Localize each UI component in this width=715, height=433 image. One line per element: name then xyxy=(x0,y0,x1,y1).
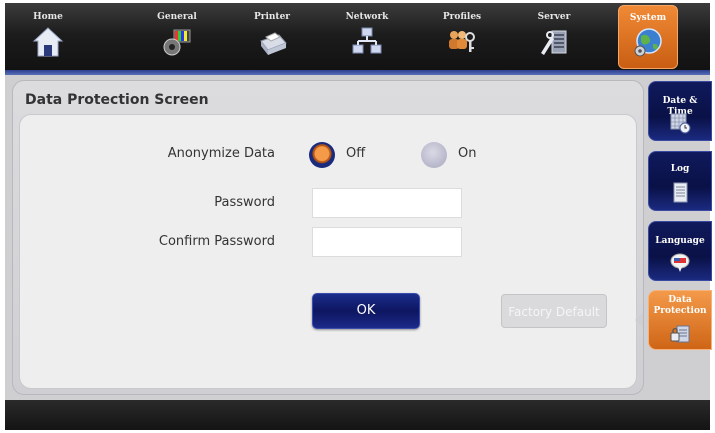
data-protection-panel: Data Protection Screen Anonymize Data Of… xyxy=(12,80,644,395)
network-icon xyxy=(352,27,382,54)
bottom-status-bar xyxy=(5,400,710,430)
nav-home-label: Home xyxy=(33,12,63,22)
language-flag-icon xyxy=(670,253,690,272)
data-protection-icon xyxy=(670,325,690,343)
confirm-password-field[interactable] xyxy=(312,227,462,257)
nav-home[interactable]: Home xyxy=(23,3,73,73)
log-document-icon xyxy=(673,182,688,203)
nav-printer-label: Printer xyxy=(253,12,291,22)
anonymize-off-radio[interactable] xyxy=(309,142,335,168)
side-tab-data-protection-label: Data Protection xyxy=(653,295,707,316)
top-nav-bar: Home General Printer Network Profiles Se… xyxy=(5,3,710,73)
nav-profiles[interactable]: Profiles xyxy=(433,3,491,73)
nav-system[interactable]: System xyxy=(618,5,678,69)
side-tab-log-label: Log xyxy=(670,164,690,174)
side-tab-language[interactable]: Language xyxy=(648,221,712,281)
anonymize-on-radio[interactable] xyxy=(421,142,447,168)
nav-network-label: Network xyxy=(345,12,389,22)
side-tab-date-time[interactable]: Date & Time xyxy=(648,81,712,141)
content-frame: Data Protection Screen Anonymize Data Of… xyxy=(5,75,712,400)
page-title: Data Protection Screen xyxy=(25,92,209,108)
home-icon xyxy=(32,27,64,57)
active-tab-pointer xyxy=(635,312,643,328)
calendar-clock-icon xyxy=(670,113,691,134)
side-tab-language-label: Language xyxy=(655,236,705,246)
nav-network[interactable]: Network xyxy=(338,3,396,73)
password-field[interactable] xyxy=(312,188,462,218)
side-tab-data-protection[interactable]: Data Protection xyxy=(648,290,712,350)
factory-default-button[interactable]: Factory Default xyxy=(501,294,607,328)
printer-icon xyxy=(260,32,287,55)
nav-printer[interactable]: Printer xyxy=(243,3,301,73)
side-tab-log[interactable]: Log xyxy=(648,151,712,211)
form-area: Anonymize Data Off On Password Confirm P… xyxy=(19,114,637,389)
anonymize-on-label: On xyxy=(458,146,477,161)
nav-system-label: System xyxy=(629,13,667,23)
nav-server[interactable]: Server xyxy=(525,3,583,73)
anonymize-off-label: Off xyxy=(346,146,366,161)
confirm-password-label: Confirm Password xyxy=(158,234,275,249)
nav-general[interactable]: General xyxy=(148,3,206,73)
nav-profiles-label: Profiles xyxy=(442,12,482,22)
ok-button[interactable]: OK xyxy=(312,293,420,329)
nav-general-label: General xyxy=(157,12,197,22)
password-label: Password xyxy=(214,195,275,210)
nav-server-label: Server xyxy=(537,12,571,22)
profiles-icon xyxy=(449,31,475,52)
anonymize-data-label: Anonymize Data xyxy=(167,146,275,161)
general-icon xyxy=(163,29,191,56)
server-icon xyxy=(541,30,567,55)
system-globe-icon xyxy=(634,28,662,57)
